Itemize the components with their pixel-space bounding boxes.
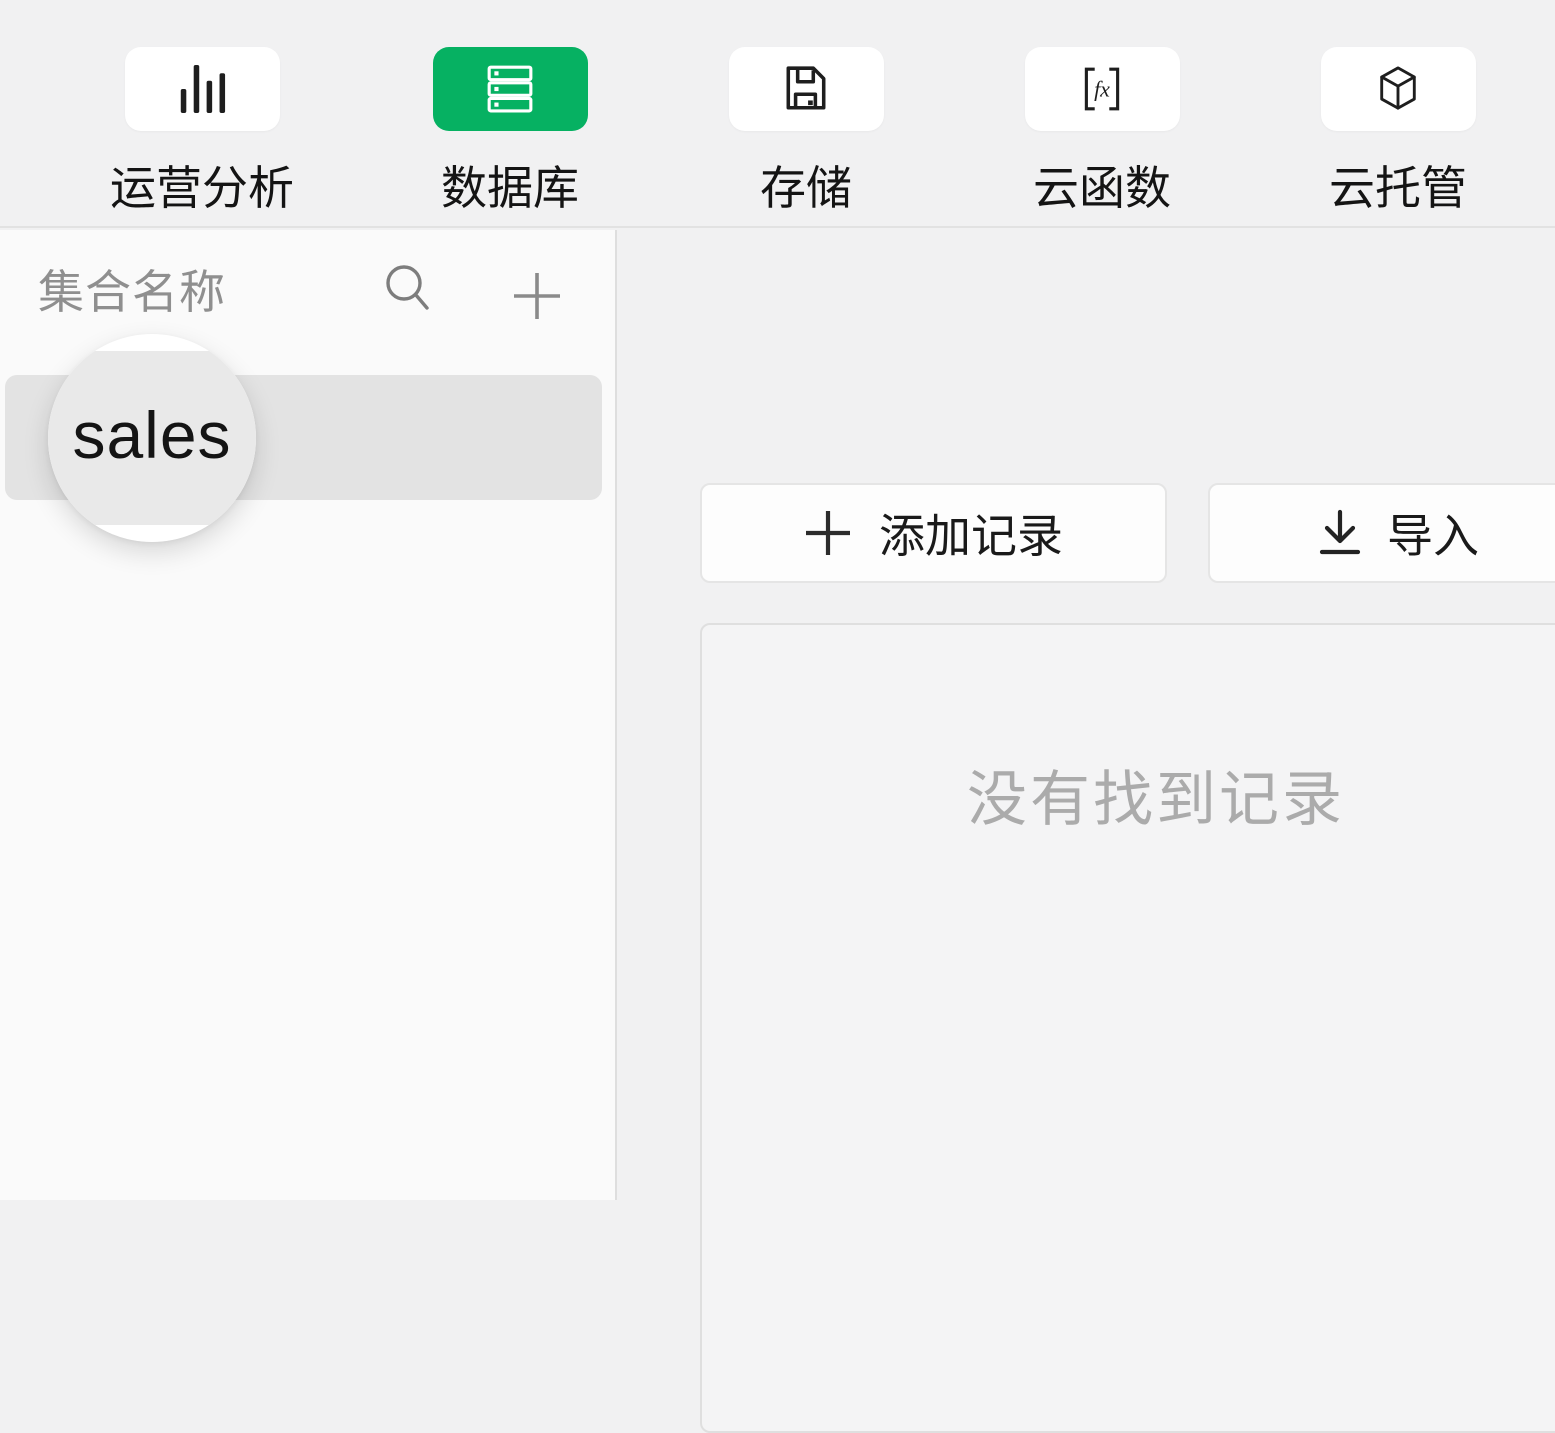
tab-label: 云函数	[1033, 152, 1171, 218]
empty-state-message: 没有找到记录	[702, 751, 1555, 838]
import-label: 导入	[1387, 500, 1479, 566]
import-button[interactable]: 导入	[1208, 483, 1555, 583]
save-icon	[781, 64, 831, 114]
add-record-label: 添加记录	[879, 500, 1063, 566]
tab-operation-analysis-button	[125, 47, 280, 131]
add-collection-button[interactable]	[511, 270, 563, 322]
svg-text:fx: fx	[1094, 77, 1110, 101]
search-collections-button[interactable]	[383, 262, 435, 318]
search-icon	[383, 262, 435, 318]
tab-storage[interactable]: 存储	[728, 47, 884, 218]
toolbar: 运营分析 数据库	[0, 0, 1555, 228]
add-record-button[interactable]: 添加记录	[700, 483, 1167, 583]
tab-label: 云托管	[1329, 152, 1467, 218]
tab-database-button	[433, 47, 588, 131]
function-fx-icon: fx	[1077, 64, 1127, 114]
tab-operation-analysis[interactable]: 运营分析	[112, 47, 292, 218]
sidebar-collections: 集合名称 sales sales	[0, 230, 617, 1200]
tab-cloud-hosting-button	[1321, 47, 1476, 131]
bar-chart-icon	[178, 62, 226, 116]
cube-icon	[1375, 63, 1421, 115]
loupe-magnified-text: sales	[48, 397, 256, 473]
import-icon	[1317, 508, 1363, 558]
tab-database[interactable]: 数据库	[432, 47, 588, 218]
collection-list-title: 集合名称	[38, 266, 226, 318]
records-panel: 没有找到记录	[700, 623, 1555, 1433]
database-icon	[485, 65, 535, 113]
records-main-area: 添加记录 导入 没有找到记录	[619, 230, 1555, 1200]
magnifier-loupe: sales	[48, 334, 256, 542]
tab-cloud-functions[interactable]: fx 云函数	[1024, 47, 1180, 218]
plus-icon	[804, 509, 852, 557]
tab-label: 数据库	[441, 152, 579, 218]
tab-cloud-functions-button: fx	[1025, 47, 1180, 131]
tab-storage-button	[729, 47, 884, 131]
tab-label: 运营分析	[110, 152, 294, 218]
plus-icon	[511, 270, 563, 322]
tab-label: 存储	[760, 152, 852, 218]
tab-cloud-hosting[interactable]: 云托管	[1320, 47, 1476, 218]
